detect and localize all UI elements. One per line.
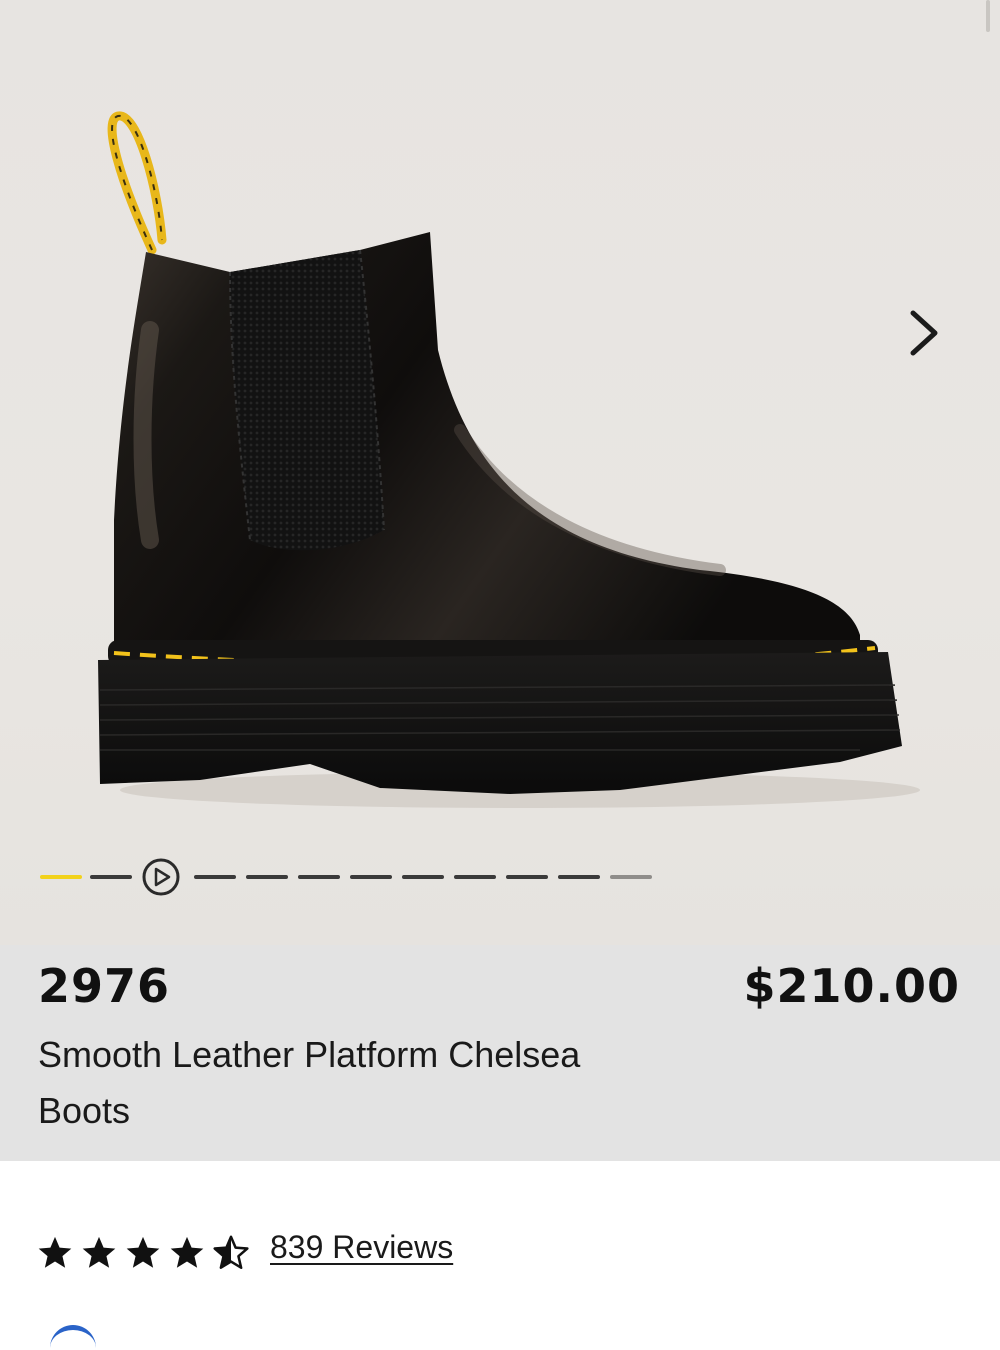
product-price: $210.00	[743, 959, 960, 1013]
product-image[interactable]	[80, 100, 920, 820]
carousel-dot-12[interactable]	[610, 875, 652, 879]
rating-summary: 839 Reviews	[36, 1228, 453, 1278]
star-full-icon	[126, 1236, 160, 1268]
star-half-icon	[213, 1235, 249, 1269]
product-info: 2976 $210.00 Smooth Leather Platform Che…	[0, 945, 1000, 1161]
carousel-dot-4[interactable]	[194, 875, 236, 879]
chevron-right-icon	[910, 310, 938, 356]
carousel-dot-10[interactable]	[506, 875, 548, 879]
carousel-dot-11[interactable]	[558, 875, 600, 879]
reviews-link[interactable]: 839 Reviews	[270, 1229, 453, 1266]
carousel-dot-8[interactable]	[402, 875, 444, 879]
carousel-dot-5[interactable]	[246, 875, 288, 879]
star-full-icon	[170, 1236, 204, 1268]
product-model-number: 2976	[38, 959, 171, 1013]
play-icon[interactable]	[142, 858, 180, 896]
carousel-dot-2[interactable]	[90, 875, 132, 879]
product-image-gallery[interactable]	[0, 0, 1000, 945]
next-image-button[interactable]	[895, 300, 955, 366]
partial-logo-icon	[50, 1325, 96, 1350]
carousel-dot-1[interactable]	[40, 875, 82, 879]
scrollbar[interactable]	[986, 0, 990, 32]
product-name: Smooth Leather Platform Chelsea Boots	[38, 1034, 581, 1131]
star-full-icon	[82, 1236, 116, 1268]
star-rating	[36, 1234, 250, 1272]
carousel-dot-7[interactable]	[350, 875, 392, 879]
carousel-indicators	[40, 858, 660, 902]
carousel-dot-9[interactable]	[454, 875, 496, 879]
star-full-icon	[38, 1236, 72, 1268]
carousel-dot-6[interactable]	[298, 875, 340, 879]
